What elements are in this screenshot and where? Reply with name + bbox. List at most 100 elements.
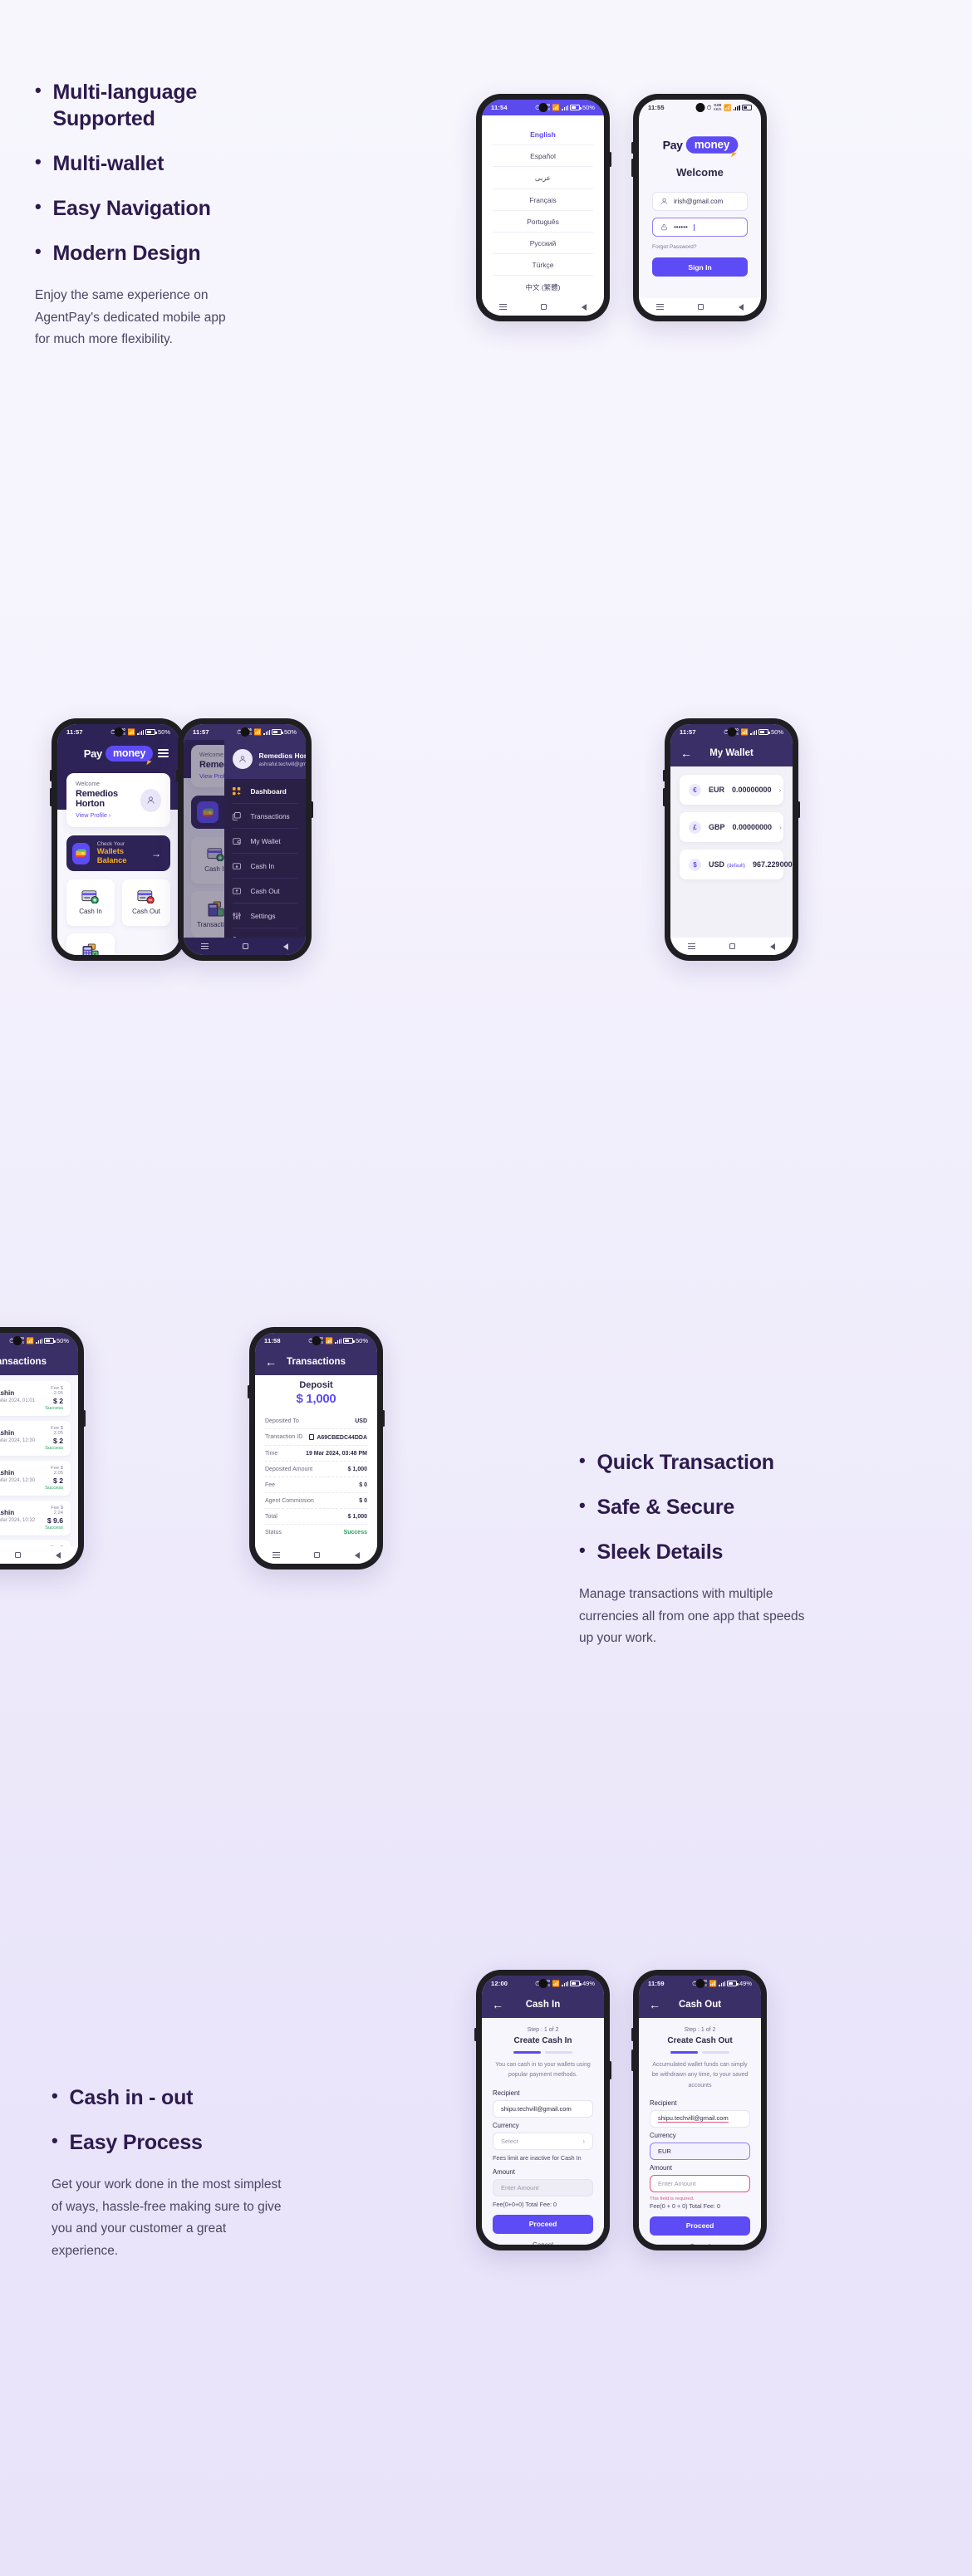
volume-button[interactable] xyxy=(631,2028,634,2041)
back-arrow-icon[interactable]: ← xyxy=(649,1999,660,2010)
table-row[interactable]: Cashin20 Mar 2024, 10:32 AM Fee $ 2.24$ … xyxy=(0,1501,71,1535)
amount-input[interactable]: Enter Amount xyxy=(650,2174,750,2192)
app-bar: ← Transactions xyxy=(255,1349,377,1375)
recents-icon[interactable] xyxy=(498,303,507,311)
cancel-button[interactable]: Cancel xyxy=(650,2243,750,2245)
email-field[interactable]: irish@gmail.com xyxy=(652,192,748,211)
status-bar: 11:57 ⏱ 0.00KB/S 📶 50% xyxy=(670,724,793,740)
back-icon[interactable] xyxy=(56,1551,61,1559)
power-button[interactable] xyxy=(609,152,611,167)
back-arrow-icon[interactable]: ← xyxy=(492,1999,503,2010)
language-option-turkish[interactable]: Türkçe xyxy=(493,254,593,276)
copy-icon[interactable] xyxy=(309,1433,315,1440)
battery-icon xyxy=(727,1981,739,1986)
back-arrow-icon[interactable]: ← xyxy=(680,747,692,759)
volume-up-button[interactable] xyxy=(176,770,179,781)
home-icon[interactable] xyxy=(541,304,547,310)
power-button[interactable] xyxy=(798,801,800,818)
volume-down-button[interactable] xyxy=(663,788,665,806)
language-option-arabic[interactable]: عربى xyxy=(493,167,593,189)
password-field[interactable]: •••••• xyxy=(652,218,748,237)
brand-logo: Pay money xyxy=(84,745,154,762)
drawer-item-settings[interactable]: Settings xyxy=(232,904,297,928)
cancel-button[interactable]: Cancel xyxy=(493,2241,593,2245)
wallet-row-gbp[interactable]: £ GBP 0.00000000 › xyxy=(680,812,783,842)
recipient-value: shipu.techvill@gmail.com xyxy=(501,2104,572,2113)
drawer-item-logout[interactable]: Logout xyxy=(233,928,297,938)
status-bar: 11:59 ⏱ 0.00KB/S 📶 49% xyxy=(639,1976,761,1991)
bullet-dot: • xyxy=(579,1540,586,1560)
recents-icon[interactable] xyxy=(687,943,695,950)
arrow-right-icon: → xyxy=(151,847,161,859)
language-option-chinese[interactable]: 中文 (繁體) xyxy=(493,276,593,298)
language-option-spanish[interactable]: Español xyxy=(493,145,593,167)
sign-in-button[interactable]: Sign In xyxy=(652,257,748,277)
drawer-item-my-wallet[interactable]: My Wallet xyxy=(232,829,297,854)
volume-down-button[interactable] xyxy=(50,788,52,806)
language-option-english[interactable]: English xyxy=(493,124,593,145)
table-row[interactable]: Cashin20 Mar 2024, 01:01 PM Fee $ 2.05$ … xyxy=(0,1381,71,1416)
back-icon[interactable] xyxy=(582,303,587,311)
language-option-russian[interactable]: Русский xyxy=(493,233,593,254)
power-button[interactable] xyxy=(83,1410,86,1427)
back-icon[interactable] xyxy=(283,943,289,950)
currency-select[interactable]: EUR xyxy=(650,2142,750,2160)
menu-icon[interactable] xyxy=(158,749,169,757)
tile-cash-out[interactable]: Cash Out xyxy=(122,879,170,926)
power-button[interactable] xyxy=(609,2061,611,2079)
recipient-input[interactable]: shipu.techvill@gmail.com xyxy=(650,2109,750,2128)
home-icon[interactable] xyxy=(729,943,736,949)
volume-up-button[interactable] xyxy=(663,770,665,781)
amount-label: Amount xyxy=(493,2167,515,2176)
back-icon[interactable] xyxy=(739,303,744,311)
camera-notch xyxy=(695,103,704,112)
recipient-input[interactable]: shipu.techvill@gmail.com xyxy=(493,2099,593,2118)
profile-card[interactable]: Welcome Remedios Horton View Profile › xyxy=(66,773,170,827)
quick-action-tiles: Cash In Cash Out xyxy=(66,879,170,955)
volume-down-button[interactable] xyxy=(631,159,634,177)
proceed-button[interactable]: Proceed xyxy=(493,2214,593,2234)
amount-input[interactable]: Enter Amount xyxy=(493,2178,593,2196)
recents-icon[interactable] xyxy=(655,303,664,311)
currency-select[interactable]: Select › xyxy=(493,2132,593,2150)
detail-value: $ 0 xyxy=(359,1497,367,1504)
language-option-portuguese[interactable]: Português xyxy=(493,211,593,233)
home-icon[interactable] xyxy=(698,304,704,310)
back-arrow-icon[interactable]: ← xyxy=(265,1356,277,1368)
language-option-french[interactable]: Français xyxy=(493,189,593,211)
tx-fee: Fee $ 2.24 xyxy=(51,1506,63,1516)
tx-date: 20 Mar 2024, 12:30 PM xyxy=(0,1477,36,1483)
proceed-button[interactable]: Proceed xyxy=(650,2216,750,2236)
volume-button[interactable] xyxy=(248,1385,250,1398)
brand-money: money xyxy=(105,745,154,762)
back-icon[interactable] xyxy=(355,1551,361,1559)
forgot-password-link[interactable]: Forgot Password? xyxy=(652,244,697,250)
tile-cash-in[interactable]: Cash In xyxy=(66,879,115,926)
wallets-balance-banner[interactable]: Check Your Wallets Balance → xyxy=(66,835,170,871)
home-icon[interactable] xyxy=(15,1552,22,1558)
home-icon[interactable] xyxy=(243,943,249,949)
tile-transactions[interactable]: $ Transactions xyxy=(66,933,115,955)
wallet-row-usd[interactable]: $ USD(default) 967.22900000 › xyxy=(680,850,793,879)
table-row[interactable]: Cashin20 Mar 2024, 12:30 PM Fee $ 2.05$ … xyxy=(0,1421,71,1456)
drawer-item-transactions[interactable]: Transactions xyxy=(232,804,297,829)
volume-up-button[interactable] xyxy=(50,770,52,781)
drawer-item-dashboard[interactable]: Dashboard xyxy=(232,779,297,804)
progress-segment xyxy=(545,2051,572,2054)
recents-icon[interactable] xyxy=(200,943,209,950)
power-button[interactable] xyxy=(382,1410,385,1427)
wallet-row-eur[interactable]: € EUR 0.00000000 › xyxy=(680,775,783,805)
drawer-item-cash-out[interactable]: Cash Out xyxy=(232,879,297,904)
power-button[interactable] xyxy=(311,801,313,818)
volume-down-button[interactable] xyxy=(631,2050,634,2071)
home-icon[interactable] xyxy=(314,1552,321,1558)
back-icon[interactable] xyxy=(770,943,776,950)
view-profile-link[interactable]: View Profile › xyxy=(76,811,140,819)
table-row[interactable]: Cashin20 Mar 2024, 12:30 PM Fee $ 2.05$ … xyxy=(0,1461,71,1496)
recents-icon[interactable] xyxy=(272,1551,280,1559)
drawer-item-cash-in[interactable]: Cash In xyxy=(232,854,297,879)
volume-up-button[interactable] xyxy=(631,142,634,154)
banner-bottom-label: Wallets Balance xyxy=(96,847,127,865)
table-row[interactable]: Cashin20 Mar 2024, 10:08 AM Fee $ 2.05$ … xyxy=(0,1540,71,1546)
volume-button[interactable] xyxy=(474,2028,477,2041)
